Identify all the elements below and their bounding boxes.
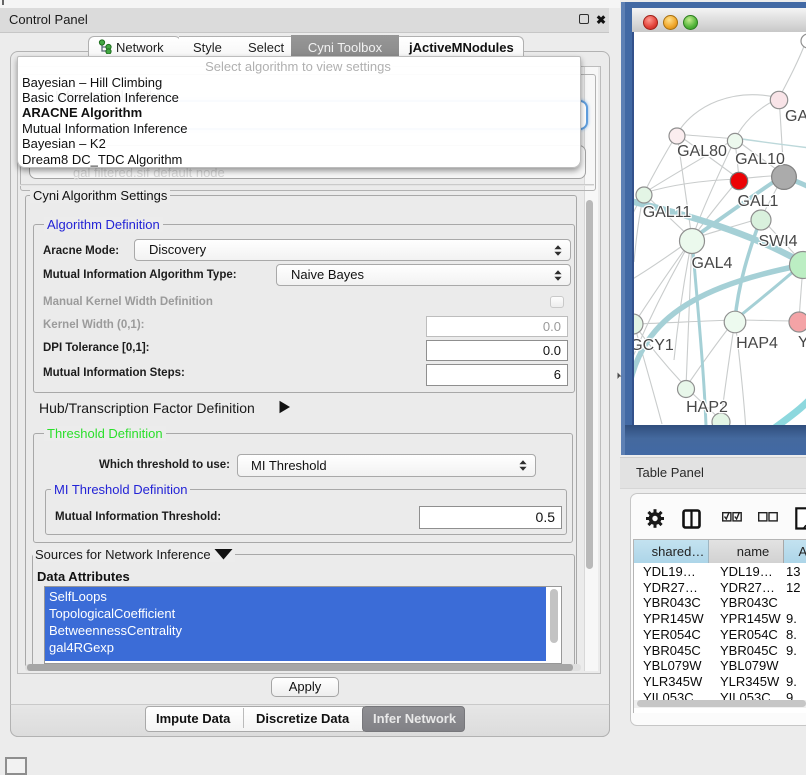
- svg-text:GAL2: GAL2: [785, 108, 806, 125]
- svg-text:GCY1: GCY1: [634, 337, 674, 354]
- svg-text:HAP2: HAP2: [686, 399, 728, 416]
- svg-text:HAP4: HAP4: [736, 335, 778, 352]
- svg-text:GAL1: GAL1: [738, 193, 779, 210]
- svg-text:GAL80: GAL80: [677, 143, 727, 160]
- svg-text:GAL4: GAL4: [692, 255, 733, 272]
- svg-text:GAL10: GAL10: [735, 151, 785, 168]
- svg-text:YE: YE: [798, 334, 806, 351]
- svg-text:SWI4: SWI4: [758, 233, 797, 250]
- svg-text:GAL11: GAL11: [643, 204, 692, 221]
